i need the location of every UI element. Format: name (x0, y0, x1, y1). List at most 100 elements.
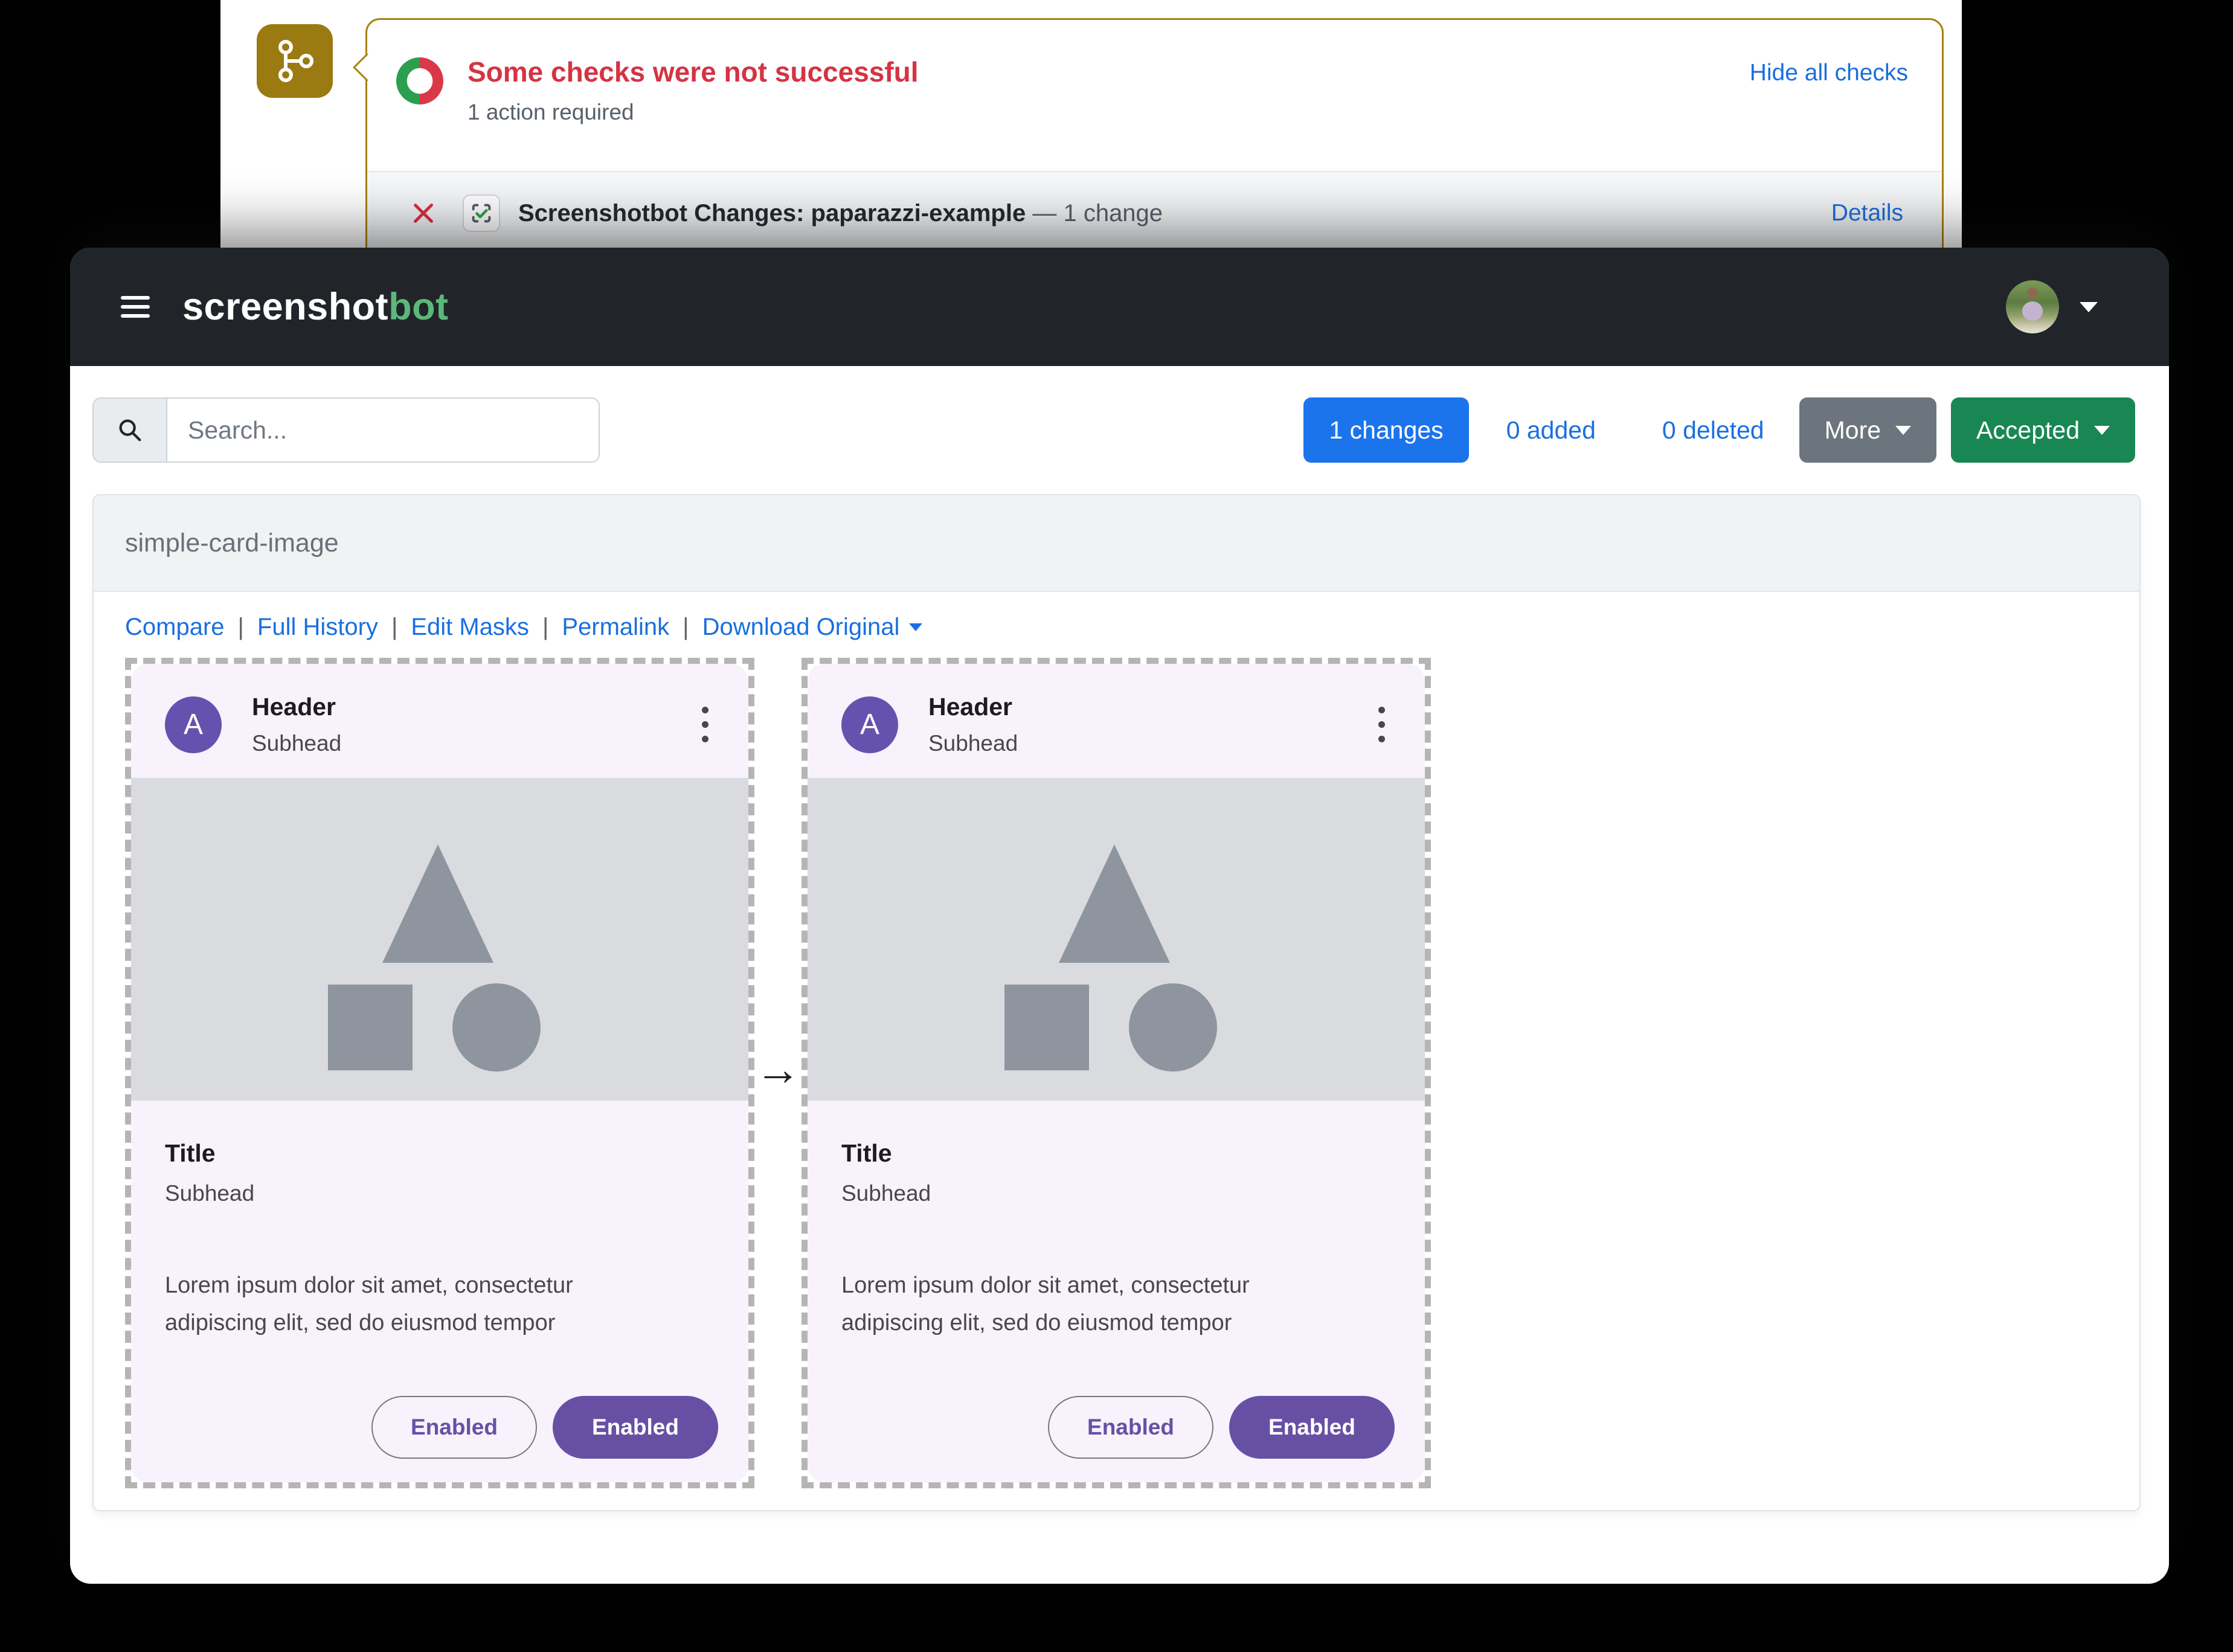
link-separator: | (683, 614, 689, 640)
screenshot-name-header: simple-card-image (94, 495, 2139, 592)
full-history-link[interactable]: Full History (257, 614, 378, 641)
link-separator: | (542, 614, 549, 640)
action-links-row: Compare | Full History | Edit Masks | Perma… (125, 614, 2108, 641)
card-avatar: A (841, 696, 898, 753)
checks-status-row: Some checks were not successful 1 action… (367, 20, 1942, 125)
card-header: A Header Subhead (131, 664, 748, 778)
circle-shape (1129, 983, 1217, 1072)
screenshot-name: simple-card-image (125, 528, 339, 558)
accepted-button[interactable]: Accepted (1951, 397, 2135, 463)
details-link[interactable]: Details (1831, 200, 1903, 227)
screenshot-before[interactable]: A Header Subhead Title Subhead Lorem ips… (125, 658, 754, 1488)
enabled-filled-button: Enabled (1229, 1396, 1395, 1459)
search-icon (94, 399, 167, 461)
accepted-caret-icon (2094, 425, 2110, 435)
compare-link[interactable]: Compare (125, 614, 225, 641)
check-name-bold: Screenshotbot Changes: paparazzi-example (518, 199, 1026, 227)
card-text-line1: Lorem ipsum dolor sit amet, consectetur (165, 1273, 573, 1298)
check-row: Screenshotbot Changes: paparazzi-example… (367, 171, 1942, 254)
link-separator: | (391, 614, 398, 640)
more-caret-icon (1895, 425, 1912, 435)
card-actions: Enabled Enabled (165, 1396, 718, 1459)
card-title: Title (165, 1139, 216, 1167)
placeholder-image (131, 778, 748, 1101)
card-header-subhead: Subhead (928, 731, 1018, 756)
material-card: A Header Subhead Title Subhead Lorem ips… (808, 664, 1425, 1482)
three-dot-menu-icon (702, 707, 708, 742)
card-text-line2: adipiscing elit, sed do eiusmod tempor (165, 1310, 556, 1335)
card-text-line2: adipiscing elit, sed do eiusmod tempor (841, 1310, 1232, 1335)
search-group (92, 397, 600, 463)
status-donut-icon (396, 57, 443, 104)
card-subhead: Subhead (841, 1181, 931, 1206)
screenshotbot-window: screenshotbot 1 changes 0 added 0 delete… (70, 248, 2169, 1584)
card-header-title: Header (252, 693, 336, 721)
edit-masks-link[interactable]: Edit Masks (411, 614, 529, 641)
card-header-subhead: Subhead (252, 731, 342, 756)
card-header-texts: Header Subhead (928, 693, 1018, 756)
check-change-count: — 1 change (1032, 199, 1163, 227)
checks-status-title: Some checks were not successful (467, 56, 919, 88)
screenshotbot-check-icon (463, 194, 500, 232)
user-menu-caret-icon (2080, 301, 2098, 312)
card-header-texts: Header Subhead (252, 693, 341, 756)
enabled-outlined-button: Enabled (371, 1396, 537, 1459)
git-branch-icon (257, 24, 333, 98)
navbar-user-menu[interactable] (2006, 280, 2098, 333)
hide-all-checks-link[interactable]: Hide all checks (1750, 60, 1908, 86)
deleted-link[interactable]: 0 deleted (1662, 416, 1764, 445)
triangle-shape (382, 844, 493, 963)
more-button-label: More (1824, 416, 1881, 444)
brand-logo[interactable]: screenshotbot (182, 285, 449, 329)
added-link[interactable]: 0 added (1506, 416, 1596, 445)
triangle-shape (1059, 844, 1170, 963)
card-actions: Enabled Enabled (841, 1396, 1395, 1459)
permalink-link[interactable]: Permalink (562, 614, 669, 641)
brand-logo-green: bot (388, 286, 449, 328)
card-body: Title Subhead Lorem ipsum dolor sit amet… (808, 1101, 1425, 1459)
navbar: screenshotbot (70, 248, 2169, 366)
enabled-outlined-button: Enabled (1048, 1396, 1213, 1459)
card-header-title: Header (928, 693, 1013, 721)
card-subhead: Subhead (165, 1181, 255, 1206)
circle-shape (452, 983, 541, 1072)
status-texts: Some checks were not successful 1 action… (467, 57, 919, 125)
more-button[interactable]: More (1799, 397, 1937, 463)
x-icon (414, 204, 433, 223)
card-text-line1: Lorem ipsum dolor sit amet, consectetur (841, 1273, 1250, 1298)
search-input[interactable] (167, 399, 599, 461)
checks-status-subtitle: 1 action required (467, 100, 634, 125)
brand-logo-white: screenshot (182, 286, 389, 328)
desktop-background: Some checks were not successful 1 action… (0, 0, 2233, 1652)
link-separator: | (237, 614, 244, 640)
hamburger-menu-icon[interactable] (121, 296, 150, 318)
card-avatar: A (165, 696, 222, 753)
card-text: Lorem ipsum dolor sit amet, consectetur a… (165, 1267, 718, 1342)
card-body: Title Subhead Lorem ipsum dolor sit amet… (131, 1101, 748, 1459)
enabled-filled-button: Enabled (553, 1396, 718, 1459)
download-caret-icon (909, 623, 923, 631)
toolbar: 1 changes 0 added 0 deleted More Accepte… (70, 397, 2169, 463)
square-shape (328, 985, 413, 1070)
placeholder-image (808, 778, 1425, 1101)
screenshot-panel: simple-card-image Compare | Full History |… (92, 494, 2141, 1511)
git-branch-glyph (278, 40, 313, 82)
changes-button[interactable]: 1 changes (1303, 397, 1469, 463)
change-arrow-icon: → (755, 1044, 801, 1095)
material-card: A Header Subhead Title Subhead Lorem ips… (131, 664, 748, 1482)
card-text: Lorem ipsum dolor sit amet, consectetur a… (841, 1267, 1395, 1342)
screenshot-panel-body: Compare | Full History | Edit Masks | Perma… (94, 592, 2139, 1488)
checks-callout: Some checks were not successful 1 action… (353, 18, 1944, 254)
three-dot-menu-icon (1378, 707, 1385, 742)
screenshot-frame-glyph (472, 204, 491, 223)
user-avatar[interactable] (2006, 280, 2059, 333)
screenshot-after[interactable]: A Header Subhead Title Subhead Lorem ips… (802, 658, 1431, 1488)
card-header: A Header Subhead (808, 664, 1425, 778)
check-name: Screenshotbot Changes: paparazzi-example… (518, 200, 1163, 227)
accepted-button-label: Accepted (1976, 416, 2080, 444)
comparison-row: A Header Subhead Title Subhead Lorem ips… (125, 658, 2108, 1488)
square-shape (1004, 985, 1089, 1070)
github-checks-banner: Some checks were not successful 1 action… (220, 0, 1962, 254)
card-title: Title (841, 1139, 892, 1167)
download-original-link[interactable]: Download Original (702, 614, 900, 641)
